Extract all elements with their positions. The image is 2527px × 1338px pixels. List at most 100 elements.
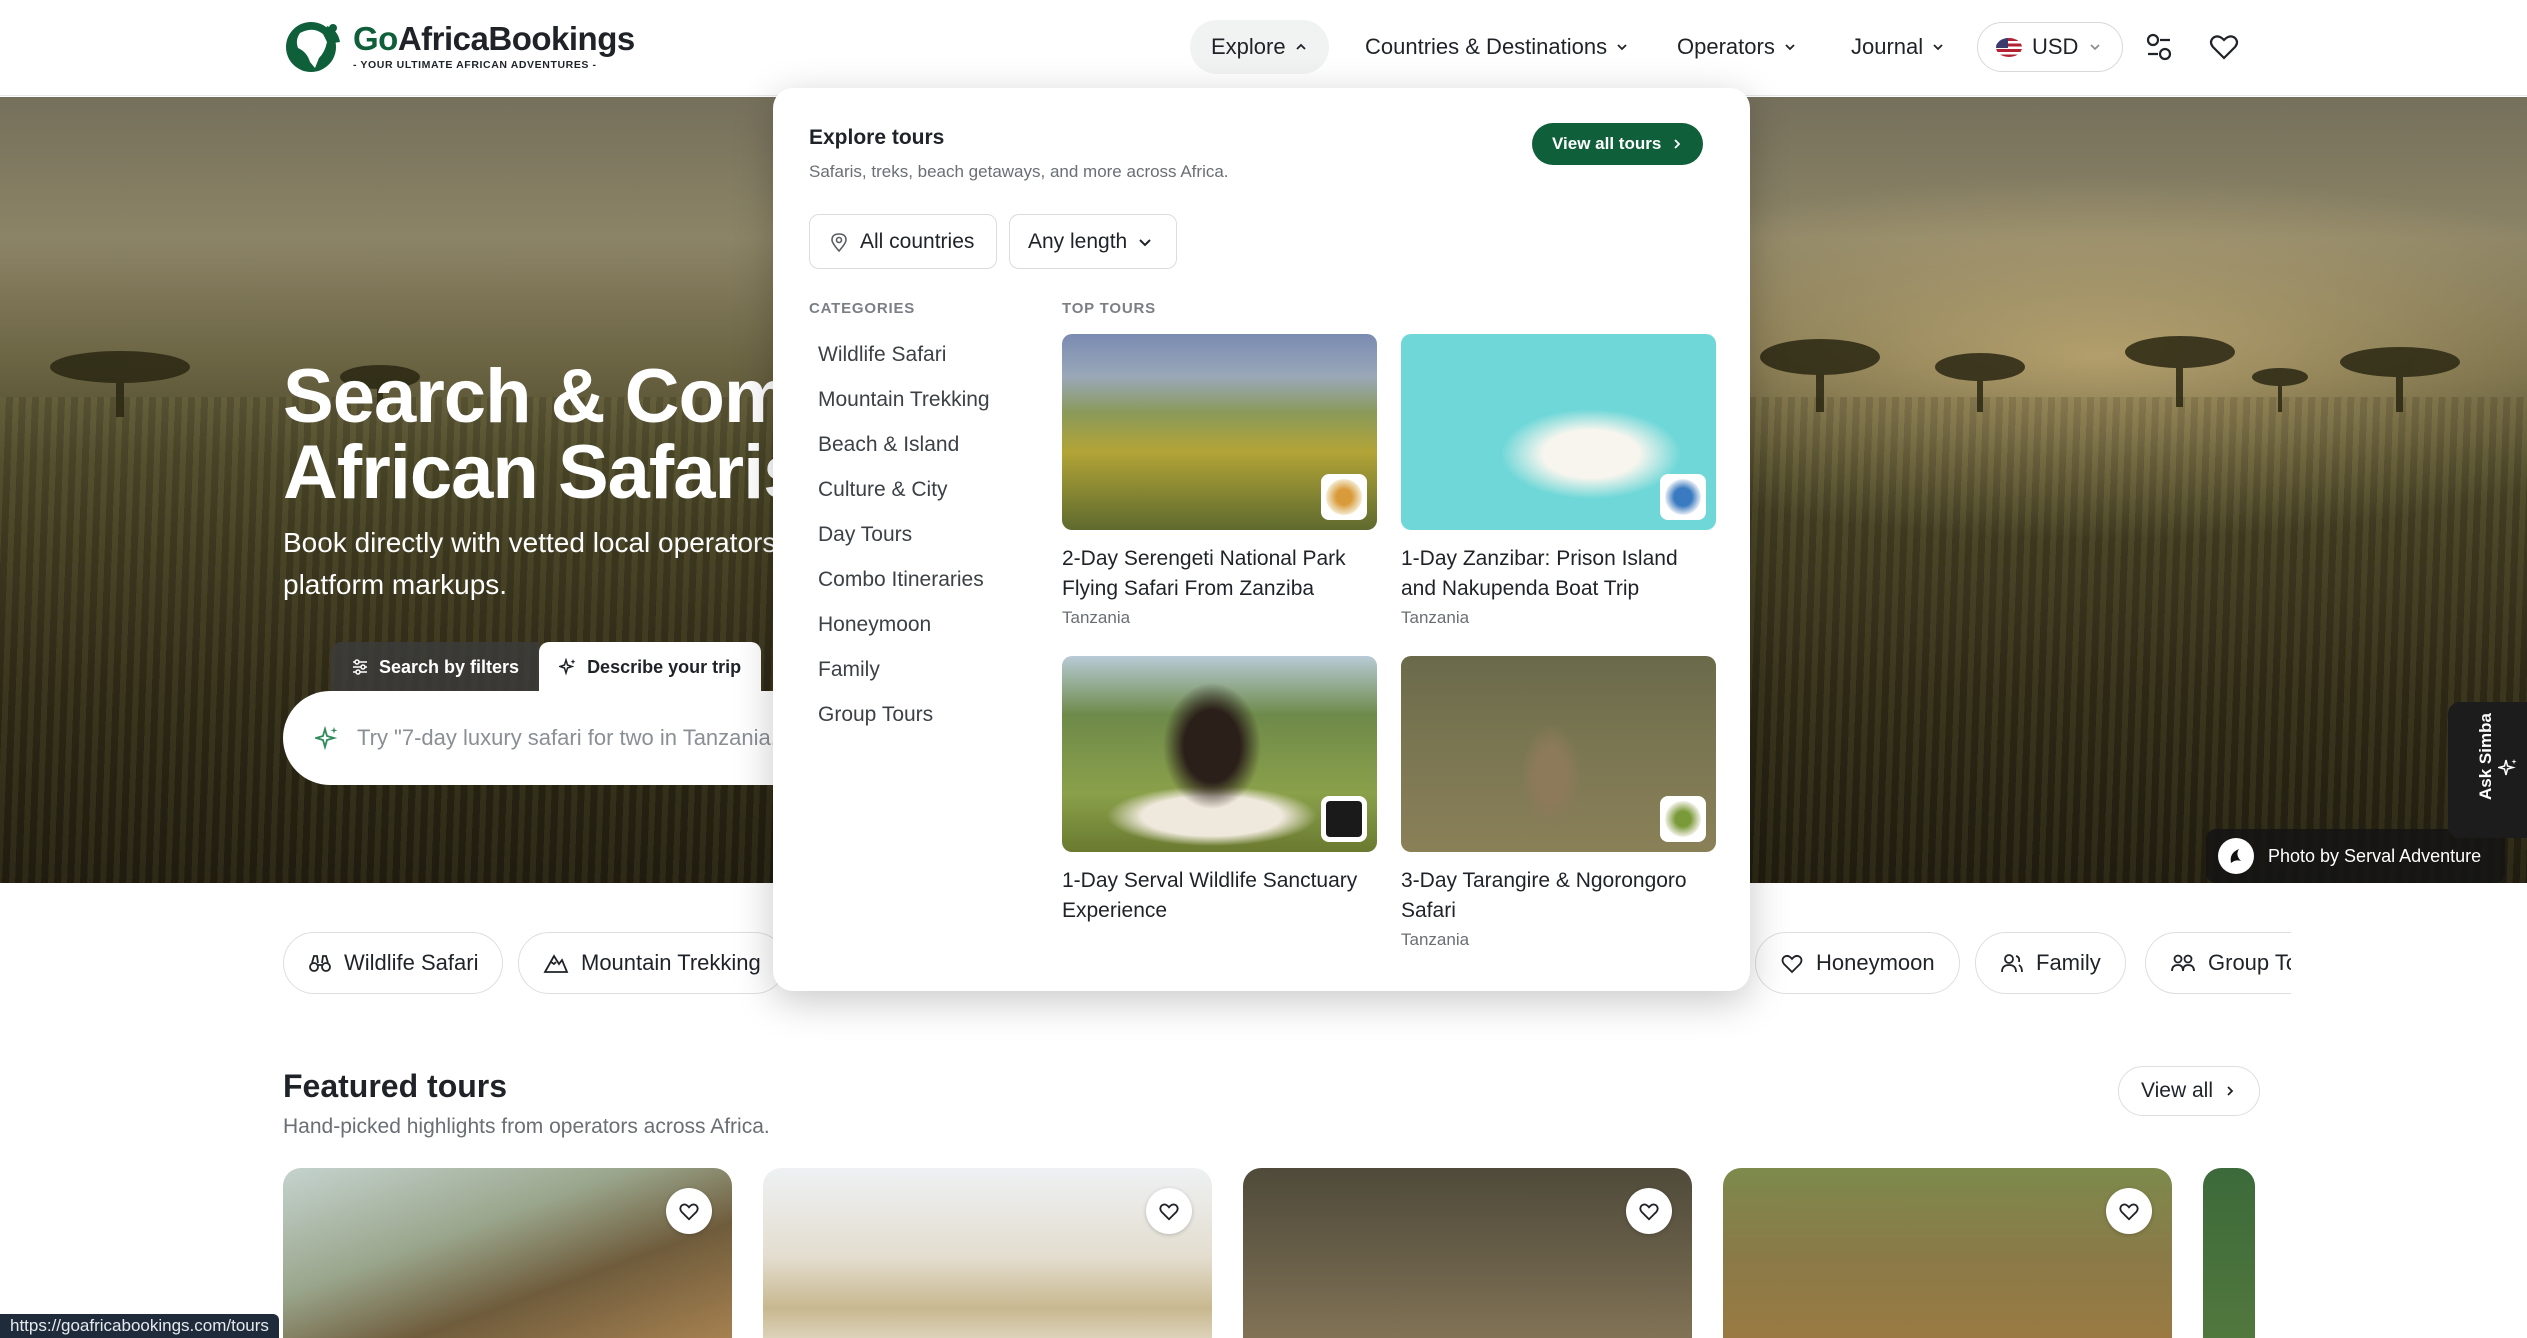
heart-icon — [679, 1203, 699, 1221]
heart-icon — [1781, 954, 1803, 974]
featured-view-all-button[interactable]: View all — [2118, 1066, 2260, 1116]
tour-image — [1401, 656, 1716, 852]
pill-label: Wildlife Safari — [344, 950, 479, 975]
categories-heading: CATEGORIES — [809, 300, 916, 317]
operator-logo-icon — [1660, 796, 1706, 842]
location-pin-icon — [831, 232, 847, 252]
featured-card-safari-vehicle[interactable] — [763, 1168, 1212, 1338]
top-tour-card[interactable]: 3-Day Tarangire & Ngorongoro Safari Tanz… — [1401, 656, 1716, 950]
sliders-icon — [353, 659, 367, 675]
view-all-tours-button[interactable]: View all tours — [1532, 123, 1704, 165]
us-flag-icon — [1996, 37, 2022, 57]
category-culture-city[interactable]: Culture & City — [809, 467, 1029, 512]
operator-logo-icon — [1321, 796, 1367, 842]
featured-title: Featured tours — [283, 1068, 508, 1104]
favorite-button[interactable] — [1146, 1188, 1192, 1234]
brand-tagline: - YOUR ULTIMATE AFRICAN ADVENTURES - — [353, 58, 597, 71]
category-wildlife-safari[interactable]: Wildlife Safari — [809, 332, 1029, 377]
site-header: GoAfricaBookings - YOUR ULTIMATE AFRICAN… — [0, 0, 2527, 96]
nav-journal-label: Journal — [1851, 34, 1924, 59]
nav-countries[interactable]: Countries & Destinations — [1344, 20, 1650, 74]
search-mode-tabs: Search by filters Describe your trip — [331, 642, 762, 692]
category-combo-itineraries[interactable]: Combo Itineraries — [809, 557, 1029, 602]
tour-country: Tanzania — [1401, 607, 1470, 627]
category-beach-island[interactable]: Beach & Island — [809, 422, 1029, 467]
heart-icon — [1159, 1203, 1179, 1221]
chevron-down-icon — [1785, 44, 1795, 51]
nav-explore[interactable]: Explore — [1190, 20, 1329, 74]
operator-logo-icon — [1321, 474, 1367, 520]
category-honeymoon[interactable]: Honeymoon — [809, 602, 1029, 647]
country-filter-select[interactable]: All countries — [809, 214, 997, 269]
ask-simba-button[interactable]: Ask Simba — [2448, 702, 2527, 838]
category-group-tours[interactable]: Group Tours — [809, 692, 1029, 737]
brand-name: GoAfricaBookings — [353, 22, 635, 55]
trip-description-placeholder: Try "7-day luxury safari for two in Tanz… — [357, 725, 797, 750]
sparkle-icon — [559, 658, 576, 676]
nav-explore-label: Explore — [1211, 34, 1286, 59]
pill-label: Honeymoon — [1816, 950, 1935, 975]
pill-family[interactable]: Family — [1975, 932, 2126, 994]
group-icon — [2171, 954, 2195, 972]
nav-operators[interactable]: Operators — [1656, 20, 1818, 74]
tour-name: 2-Day Serengeti National Park Flying Saf… — [1062, 547, 1346, 600]
favorite-button[interactable] — [2106, 1188, 2152, 1234]
currency-selector[interactable]: USD — [1977, 22, 2123, 72]
tab-search-by-filters[interactable]: Search by filters — [331, 642, 540, 692]
chevron-down-icon — [2090, 44, 2101, 51]
tour-image — [1401, 334, 1716, 530]
category-family[interactable]: Family — [809, 647, 1029, 692]
link-status-bar: https://goafricabookings.com/tours — [0, 1314, 279, 1338]
nav-journal[interactable]: Journal — [1830, 20, 1966, 74]
featured-card-partial[interactable] — [2203, 1168, 2255, 1338]
tour-image — [1062, 334, 1377, 530]
top-tour-card[interactable]: 2-Day Serengeti National Park Flying Saf… — [1062, 334, 1377, 628]
pill-honeymoon[interactable]: Honeymoon — [1755, 932, 1960, 994]
category-mountain-trekking[interactable]: Mountain Trekking — [809, 377, 1029, 422]
tour-name: 3-Day Tarangire & Ngorongoro Safari — [1401, 869, 1687, 922]
pill-group-tours[interactable]: Group To — [2145, 932, 2291, 994]
brand-name-go: Go — [353, 19, 398, 57]
tab-describe-your-trip[interactable]: Describe your trip — [539, 642, 762, 692]
photo-credit-label: Photo by Serval Adventure — [2268, 845, 2482, 866]
featured-card-male-lion[interactable] — [1723, 1168, 2172, 1338]
nav-countries-label: Countries & Destinations — [1365, 34, 1608, 59]
family-icon — [2001, 954, 2023, 973]
brand-logo[interactable]: GoAfricaBookings - YOUR ULTIMATE AFRICAN… — [283, 18, 635, 74]
operator-logo-icon — [1660, 474, 1706, 520]
tour-image — [1062, 656, 1377, 852]
length-filter-select[interactable]: Any length — [1009, 214, 1177, 269]
chevron-down-icon — [1139, 238, 1151, 246]
tour-country: Tanzania — [1062, 607, 1131, 627]
featured-subtitle: Hand-picked highlights from operators ac… — [283, 1115, 770, 1138]
pill-wildlife-safari[interactable]: Wildlife Safari — [283, 932, 504, 994]
favorite-button[interactable] — [666, 1188, 712, 1234]
tour-name: 1-Day Serval Wildlife Sanctuary Experien… — [1062, 869, 1358, 922]
pill-label: Mountain Trekking — [581, 950, 761, 975]
compare-icon[interactable] — [2142, 30, 2176, 64]
chevron-down-icon — [1933, 44, 1943, 51]
view-all-tours-label: View all tours — [1552, 134, 1662, 153]
category-day-tours[interactable]: Day Tours — [809, 512, 1029, 557]
brand-name-rest: AfricaBookings — [397, 19, 635, 57]
pill-mountain-trekking[interactable]: Mountain Trekking — [518, 932, 786, 994]
view-all-label: View all — [2141, 1079, 2213, 1102]
featured-card-lioness[interactable] — [1243, 1168, 1692, 1338]
category-list: Wildlife Safari Mountain Trekking Beach … — [809, 332, 1029, 737]
top-tours-heading: TOP TOURS — [1062, 300, 1156, 317]
pill-label: Group To — [2208, 950, 2291, 975]
pill-label: Family — [2036, 950, 2101, 975]
tab-search-by-filters-label: Search by filters — [379, 656, 520, 677]
favorite-button[interactable] — [1626, 1188, 1672, 1234]
featured-card-lions-in-tree[interactable] — [283, 1168, 732, 1338]
binoculars-icon — [309, 955, 331, 972]
chevron-right-icon — [2227, 1086, 2234, 1096]
top-tour-card[interactable]: 1-Day Zanzibar: Prison Island and Nakupe… — [1401, 334, 1716, 628]
explore-menu-title: Explore tours — [809, 126, 945, 149]
top-tour-card[interactable]: 1-Day Serval Wildlife Sanctuary Experien… — [1062, 656, 1377, 926]
heart-icon[interactable] — [2207, 30, 2241, 64]
chevron-down-icon — [1617, 44, 1627, 51]
africa-logo-icon — [286, 22, 340, 72]
length-filter-label: Any length — [1028, 229, 1128, 253]
chevron-up-icon — [1295, 43, 1306, 50]
